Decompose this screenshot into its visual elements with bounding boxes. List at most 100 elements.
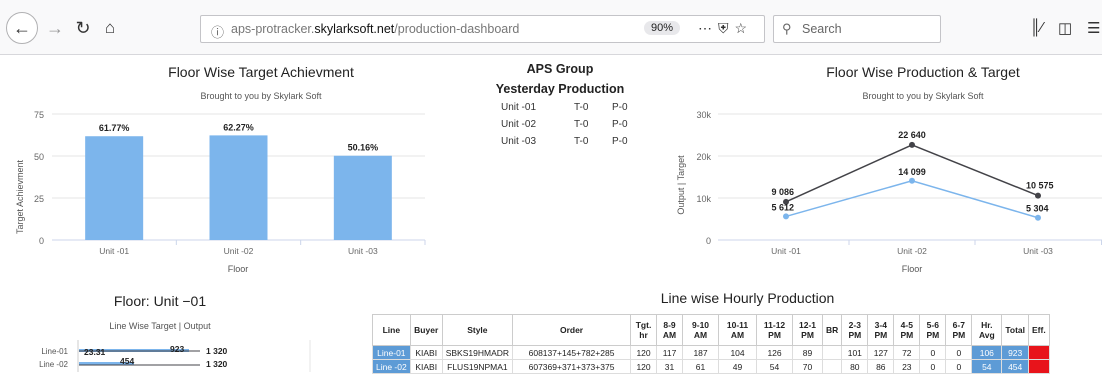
more-actions-icon[interactable]: ⋯ (698, 20, 718, 36)
back-arrow-icon[interactable]: ← (6, 12, 38, 44)
aps-row-unit: Unit -02 (501, 119, 537, 130)
y-tick-label: 0 (39, 236, 44, 246)
sidebar-icon[interactable]: ◫ (1058, 19, 1072, 37)
cell-hour-avg: 106 (971, 345, 1003, 360)
x-tick-label: Unit -01 (771, 246, 801, 256)
target-value-label: 1 320 (206, 359, 228, 369)
col-header: Buyer (409, 314, 443, 346)
col-header: Order (512, 314, 632, 346)
output-value-label: 454 (120, 356, 134, 366)
cell-style: SBKS19HMADR (441, 345, 514, 360)
menu-icon[interactable]: ☰ (1087, 19, 1100, 37)
url-text[interactable]: aps-protracker.skylarksoft.net/productio… (231, 22, 519, 36)
aps-row-target: T-0 (574, 136, 589, 147)
y-tick-label: 10k (696, 194, 711, 204)
x-tick-label: Unit -03 (1023, 246, 1053, 256)
aps-row-target: T-0 (574, 119, 589, 130)
col-header: 3-4 PM (867, 314, 895, 346)
x-tick-label: Unit -02 (224, 246, 254, 256)
cell-total: 454 (1001, 359, 1029, 374)
site-info-icon[interactable]: ⓘ (211, 22, 224, 41)
point-value-label: 10 575 (1026, 181, 1054, 191)
home-icon[interactable]: ⌂ (95, 13, 125, 43)
col-header: 10-11 AM (718, 314, 758, 346)
col-header: 9-10 AM (682, 314, 720, 346)
y-tick-label: 50 (34, 152, 44, 162)
line-chart: Output | Target 30k 20k 10k 0 Unit -01 Un… (676, 110, 1102, 274)
point-value-label: 9 086 (771, 187, 794, 197)
cell-hour: 80 (841, 359, 869, 374)
cell-hour: 127 (867, 345, 895, 360)
floor-bar-chart: Line-01 Line -02 23.31 923 1 320 454 1 3… (39, 340, 311, 372)
cell-break (822, 345, 843, 360)
cell-target-hr: 120 (630, 345, 658, 360)
col-header: Hr. Avg (971, 314, 1003, 346)
col-header: Eff. (1028, 314, 1050, 346)
col-header: 4-5 PM (893, 314, 921, 346)
cell-hour: 0 (919, 345, 947, 360)
hourly-production-table: Line Buyer Style Order Tgt. hr 8-9 AM 9-… (372, 314, 1050, 374)
cell-style: FLUS19NPMA1 (441, 359, 514, 374)
cell-target-hr: 120 (630, 359, 658, 374)
cell-hour: 104 (718, 345, 758, 360)
data-point (1035, 192, 1041, 199)
x-tick-label: Unit -01 (99, 246, 129, 256)
cell-hour: 72 (893, 345, 921, 360)
cell-buyer: KIABI (409, 345, 443, 360)
search-input[interactable]: Search (802, 22, 842, 36)
y-tick-label: 20k (696, 152, 711, 162)
cell-order: 607369+371+373+375 (512, 359, 632, 374)
cell-hour: 0 (945, 359, 973, 374)
y-axis-title: Target Achievment (15, 159, 25, 234)
bar (85, 136, 144, 240)
col-header: 8-9 AM (656, 314, 684, 346)
search-icon: ⚲ (782, 21, 792, 36)
bookmark-star-icon[interactable]: ☆ (735, 20, 754, 36)
cell-hour: 187 (682, 345, 720, 360)
col-header: 11-12 PM (756, 314, 794, 346)
output-value-label: 923 (170, 344, 184, 354)
search-bar[interactable]: ⚲ Search (773, 15, 941, 43)
pocket-icon[interactable]: ⛨ (718, 20, 735, 36)
cell-hour: 23 (893, 359, 921, 374)
aps-row-production: P-0 (612, 119, 628, 130)
table-row: Line -02 KIABI FLUS19NPMA1 607369+371+37… (372, 359, 1050, 374)
point-value-label: 5 304 (1026, 204, 1049, 214)
bar-value-label: 61.77% (99, 123, 130, 133)
cell-hour: 61 (682, 359, 720, 374)
y-tick-label: 0 (706, 236, 711, 246)
col-header: BR (822, 314, 843, 346)
cell-efficiency (1028, 359, 1050, 374)
point-value-label: 5 612 (771, 202, 794, 212)
left-chart-title: Floor Wise Target Achievment (168, 64, 354, 80)
forward-arrow-icon[interactable]: → (40, 13, 70, 43)
browser-toolbar: ← → ↻ ⌂ ⓘ aps-protracker.skylarksoft.net… (0, 0, 1102, 55)
reload-icon[interactable]: ↻ (68, 13, 98, 43)
bar-value-label: 50.16% (348, 143, 379, 153)
library-icon[interactable]: ║⁄ (1030, 19, 1043, 36)
data-point (909, 141, 915, 148)
aps-title: APS Group (526, 62, 594, 76)
aps-summary: APS Group Yesterday Production (480, 62, 640, 96)
col-header: 2-3 PM (841, 314, 869, 346)
cell-efficiency (1028, 345, 1050, 360)
x-axis-title: Floor (902, 264, 923, 274)
y-axis-title: Output | Target (676, 155, 686, 215)
cell-buyer: KIABI (409, 359, 443, 374)
dashboard: Floor Wise Target Achievment Brought to … (0, 55, 1102, 374)
data-point (1035, 214, 1041, 221)
y-tick-label: 75 (34, 110, 44, 120)
cell-hour: 0 (945, 345, 973, 360)
aps-row-production: P-0 (612, 136, 628, 147)
cell-line: Line -02 (372, 359, 411, 374)
cell-total: 923 (1001, 345, 1029, 360)
address-bar[interactable]: ⓘ aps-protracker.skylarksoft.net/product… (200, 15, 765, 43)
aps-row-production: P-0 (612, 102, 628, 113)
cell-hour: 117 (656, 345, 684, 360)
col-header: Style (441, 314, 514, 346)
aps-row-target: T-0 (574, 102, 589, 113)
cell-hour: 0 (919, 359, 947, 374)
zoom-indicator[interactable]: 90% (644, 21, 681, 35)
col-header: Line (372, 314, 411, 346)
floor-chart-subtitle: Line Wise Target | Output (109, 321, 211, 331)
